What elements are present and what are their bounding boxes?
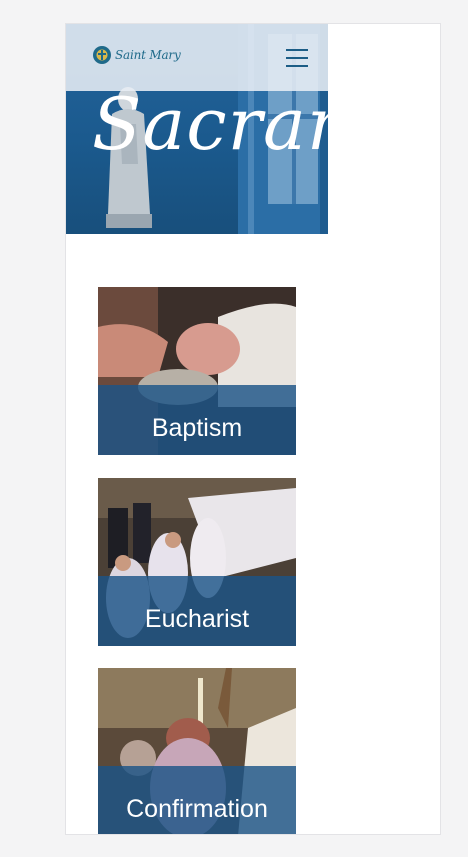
menu-line: [286, 49, 308, 51]
hamburger-menu-icon[interactable]: [284, 46, 310, 70]
site-header: Saint Mary: [66, 24, 328, 91]
sacrament-card-confirmation[interactable]: Confirmation: [98, 668, 296, 834]
site-logo[interactable]: Saint Mary: [92, 42, 181, 68]
card-label: Baptism: [151, 414, 243, 442]
card-label: Eucharist: [144, 605, 250, 633]
sacrament-card-eucharist[interactable]: Eucharist: [98, 478, 296, 646]
page-title: Sacraments: [92, 82, 328, 166]
sacrament-card-baptism[interactable]: Baptism: [98, 287, 296, 455]
parish-emblem-icon: [93, 46, 111, 64]
page-viewport: Sacraments Saint Mary: [66, 24, 328, 834]
mobile-frame: Sacraments Saint Mary: [65, 23, 441, 835]
menu-line: [286, 65, 308, 67]
card-label: Confirmation: [126, 795, 268, 823]
menu-line: [286, 57, 308, 59]
logo-text: Saint Mary: [115, 48, 181, 62]
